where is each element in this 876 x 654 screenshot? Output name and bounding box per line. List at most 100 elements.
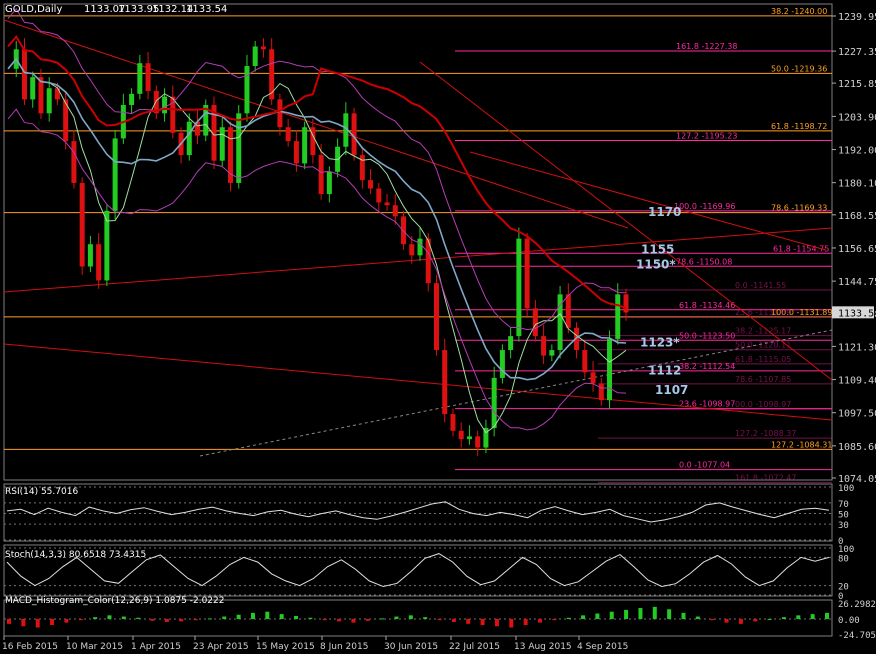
macd-bar	[279, 614, 284, 619]
y-tick-label: 1097.50	[838, 409, 876, 420]
macd-tick-label: 26.2982	[838, 600, 876, 610]
fib-level-label: 23.6 -1131.89	[735, 308, 791, 317]
candle-body	[615, 294, 621, 339]
candle-body	[458, 430, 464, 440]
candle-body	[145, 63, 151, 92]
candle-body	[244, 65, 250, 114]
rsi-panel[interactable]: 1007050300	[3, 483, 854, 547]
fib-level-label: 38.2 -1240.00	[771, 7, 827, 16]
y-tick-label: 1192.00	[838, 146, 876, 157]
candle-body	[392, 205, 398, 217]
candle-body	[590, 372, 596, 384]
level-note: 1150*	[636, 258, 676, 272]
level-note: 1123*	[640, 336, 680, 350]
level-note: 1170	[648, 205, 681, 219]
macd-bar	[523, 618, 528, 626]
macd-tick-label: -24.7053	[838, 631, 876, 641]
macd-bar	[423, 617, 428, 619]
fib-level-label: 38.2 -1125.17	[735, 327, 791, 336]
candle-body	[96, 244, 102, 281]
macd-label: MACD_Histogram_Color(12,26,9) 1.0875 -2.…	[5, 596, 225, 606]
candle-body	[532, 308, 538, 337]
x-tick-label: 22 Jul 2015	[449, 642, 500, 652]
fib-level-label: 50.0 -1123.50	[679, 331, 735, 340]
candle-body	[293, 141, 299, 164]
candle-body	[186, 121, 192, 156]
macd-bar	[207, 618, 212, 620]
macd-bar	[796, 615, 801, 619]
macd-bar	[365, 618, 370, 621]
macd-bar	[250, 612, 255, 619]
fib-level-label: 127.2 -1088.37	[735, 429, 796, 438]
trend-line	[3, 343, 833, 421]
macd-bar	[566, 617, 571, 619]
macd-bar	[738, 618, 743, 624]
macd-bar	[537, 618, 542, 623]
macd-bar	[351, 618, 356, 623]
fib-level-label: 78.6 -1169.33	[771, 204, 827, 213]
x-tick-label: 8 Jun 2015	[320, 642, 368, 652]
candle-body	[21, 49, 27, 100]
macd-bar	[7, 618, 11, 624]
macd-bar	[652, 606, 657, 619]
macd-bar	[437, 618, 442, 621]
macd-bar	[624, 609, 629, 619]
indicator-line	[6, 501, 830, 523]
macd-bar	[337, 618, 342, 622]
macd-bar	[753, 618, 758, 622]
y-tick-label: 1085.60	[838, 442, 876, 453]
macd-bar	[408, 615, 413, 619]
macd-bar	[767, 618, 772, 620]
macd-bar	[480, 618, 485, 626]
candle-body	[450, 414, 456, 431]
macd-bar	[179, 618, 184, 622]
candle-body	[516, 238, 522, 337]
candle-body	[162, 96, 168, 114]
candle-body	[170, 96, 176, 133]
x-tick-label: 15 May 2015	[256, 642, 315, 652]
candle-body	[318, 155, 324, 195]
candle-body	[565, 294, 571, 328]
candle-body	[71, 141, 77, 183]
candle-body	[442, 350, 448, 415]
candle-body	[79, 182, 85, 267]
x-tick-label: 4 Sep 2015	[577, 642, 628, 652]
macd-bar	[781, 617, 786, 619]
level-note: 1107	[655, 383, 688, 397]
macd-bar	[294, 615, 299, 619]
macd-bar	[695, 616, 700, 619]
macd-bar	[322, 618, 327, 621]
macd-bar	[308, 617, 313, 619]
candle-body	[466, 436, 472, 440]
candle-body	[285, 127, 291, 142]
x-tick-label: 30 Jun 2015	[384, 642, 438, 652]
indicator-tick-label: 50	[838, 511, 849, 521]
macd-bar	[265, 611, 270, 619]
macd-bar	[50, 618, 55, 626]
candle-body	[549, 350, 555, 356]
macd-bar	[64, 618, 69, 623]
indicator-tick-label: 80	[838, 554, 849, 564]
candle-body	[260, 46, 266, 50]
price-panel[interactable]: 1239.95 1227.35 1215.85 1203.90 1192.00 1180.…	[3, 3, 876, 485]
fib-level-label: 50.0 -1219.36	[771, 64, 827, 73]
indicator-tick-label: 30	[838, 521, 849, 531]
macd-bar	[93, 617, 98, 619]
level-note: 1155	[641, 242, 674, 256]
indicator-tick-label: 70	[838, 500, 849, 510]
macd-bar	[710, 618, 715, 621]
macd-bar	[222, 616, 227, 619]
macd-bar	[638, 608, 643, 619]
fib-level-label: 161.8 -1072.47	[735, 473, 796, 482]
macd-panel[interactable]: 26.2982 0.00 -24.7053	[3, 599, 876, 641]
time-axis: 16 Feb 2015 10 Mar 2015 1 Apr 2015 23 Apr 2…	[2, 636, 628, 652]
macd-bar	[810, 614, 815, 619]
macd-bar	[380, 618, 385, 620]
macd-bar	[78, 618, 83, 621]
fib-level-label: 78.6 -1150.08	[676, 257, 732, 266]
macd-bar	[552, 618, 557, 621]
y-tick-label: 1180.10	[838, 179, 876, 190]
y-tick-label: 1227.35	[838, 47, 876, 58]
candle-body	[607, 338, 613, 401]
candle-body	[384, 202, 390, 206]
